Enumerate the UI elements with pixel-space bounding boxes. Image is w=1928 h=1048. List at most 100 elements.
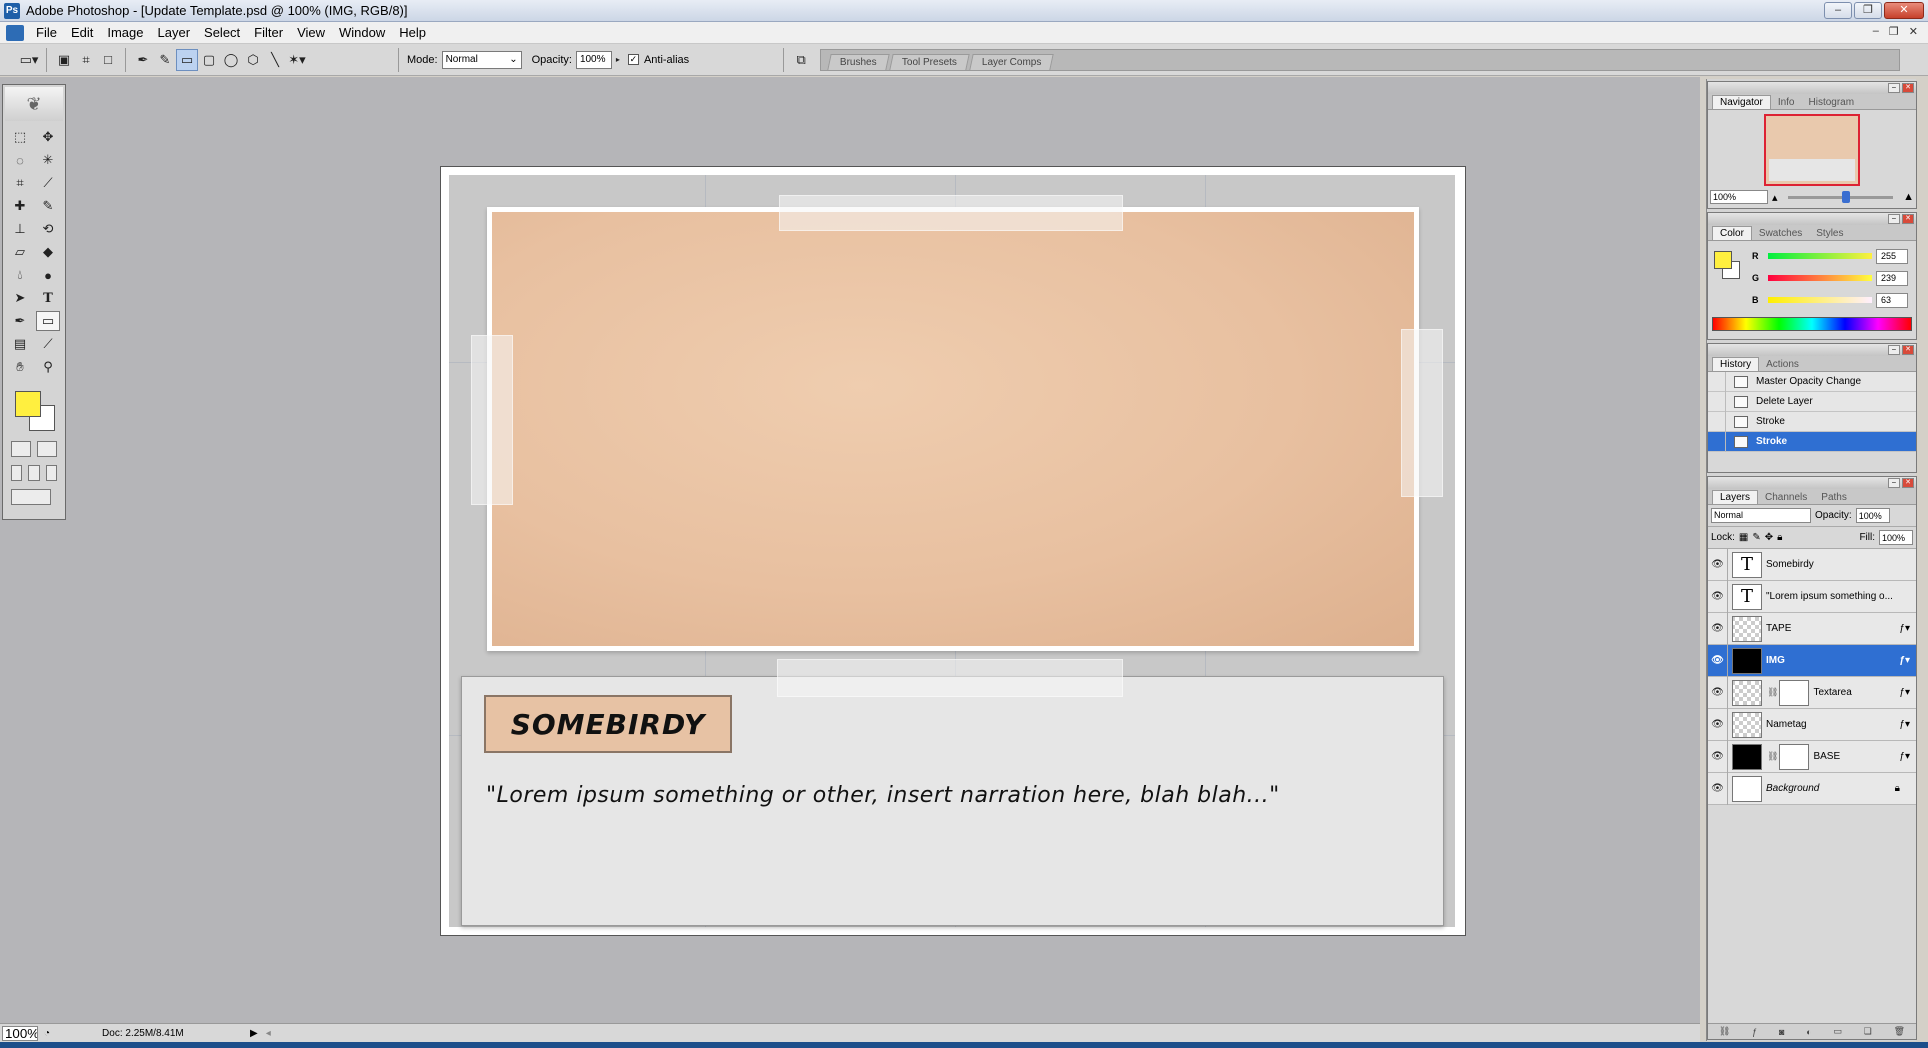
minimize-palette-button[interactable]: – [1888,345,1900,355]
layer-fill-input[interactable] [1879,530,1913,545]
magic-wand-tool-icon[interactable]: ✳ [36,150,60,170]
layer-row-somebirdy[interactable]: 👁︎ T Somebirdy [1708,548,1916,581]
menu-image[interactable]: Image [101,25,151,40]
quick-mask-mode-icon[interactable] [37,441,57,457]
tab-color[interactable]: Color [1712,226,1752,240]
eye-icon[interactable]: 👁︎ [1708,580,1728,613]
lock-transparency-icon[interactable]: ▦ [1739,532,1748,543]
minimize-palette-button[interactable]: – [1888,214,1900,224]
menu-help[interactable]: Help [393,25,434,40]
tab-paths[interactable]: Paths [1814,491,1854,504]
close-palette-button[interactable]: ✕ [1902,345,1914,355]
tool-preset-picker-icon[interactable]: ▭▾ [18,49,40,71]
lock-image-icon[interactable]: ✎ [1752,532,1760,543]
type-tool-icon[interactable]: T [36,288,60,308]
green-slider[interactable] [1768,275,1872,281]
close-palette-button[interactable]: ✕ [1902,214,1914,224]
lock-position-icon[interactable]: ✥ [1765,532,1773,543]
menu-window[interactable]: Window [333,25,393,40]
move-tool-icon[interactable]: ✥ [36,127,60,147]
tab-navigator[interactable]: Navigator [1712,95,1771,109]
layer-effects-icon[interactable]: ƒ▾ [1899,719,1910,730]
layer-row-base[interactable]: 👁︎ ⛓ BASE ƒ▾ [1708,740,1916,773]
add-layer-style-icon[interactable]: ƒ [1752,1027,1757,1037]
opacity-input[interactable] [575,50,612,69]
eye-icon[interactable]: 👁︎ [1708,612,1728,645]
opacity-arrow-icon[interactable]: ▸ [612,49,624,71]
eyedropper-tool-icon[interactable]: ⟋ [36,334,60,354]
zoom-slider[interactable] [1787,190,1894,203]
shape-layers-icon[interactable]: ▣ [53,49,75,71]
marquee-tool-icon[interactable]: ⬚ [8,127,32,147]
blue-value[interactable] [1876,292,1908,308]
add-mask-icon[interactable]: ◙ [1779,1027,1784,1037]
tab-history[interactable]: History [1712,357,1760,371]
new-layer-icon[interactable]: ❏ [1864,1026,1872,1037]
red-value[interactable] [1876,248,1908,264]
eye-icon[interactable]: 👁︎ [1708,548,1728,581]
delete-layer-icon[interactable]: 🗑︎ [1894,1026,1905,1037]
history-item-current[interactable]: Stroke [1708,431,1916,452]
tab-info[interactable]: Info [1771,96,1802,109]
lock-all-icon[interactable]: 🔒︎ [1777,532,1782,543]
menu-file[interactable]: File [30,25,65,40]
layer-effects-icon[interactable]: ƒ▾ [1899,751,1910,762]
layer-row-tape[interactable]: 👁︎ TAPE ƒ▾ [1708,612,1916,645]
link-layers-icon[interactable]: ⛓ [1719,1026,1730,1037]
crop-tool-icon[interactable]: ⌗ [8,173,32,193]
red-slider[interactable] [1768,253,1872,259]
minimize-button[interactable]: – [1824,2,1852,19]
close-palette-button[interactable]: ✕ [1902,83,1914,93]
doc-close-button[interactable]: ✕ [1909,25,1918,38]
foreground-color-box[interactable] [1714,251,1732,269]
tab-swatches[interactable]: Swatches [1752,227,1809,240]
zoom-tool-icon[interactable]: ⚲ [36,357,60,377]
color-spectrum[interactable] [1712,317,1912,331]
status-info-icon[interactable]: ◔ [44,1028,50,1039]
full-screen-menu-icon[interactable] [28,465,40,481]
standard-mode-icon[interactable] [11,441,31,457]
restore-button[interactable]: ❐ [1854,2,1882,19]
status-menu-arrow-icon[interactable]: ▶ [250,1028,258,1039]
brush-tool-icon[interactable]: ✎ [36,196,60,216]
go-to-bridge-icon[interactable]: ⧉ [790,49,812,71]
well-tab-tool-presets[interactable]: Tool Presets [889,53,970,70]
eye-icon[interactable]: 👁︎ [1708,676,1728,709]
clone-stamp-tool-icon[interactable]: ⊥ [8,219,32,239]
blur-tool-icon[interactable]: 💧︎ [8,265,32,285]
pen-icon[interactable]: ✒ [132,49,154,71]
mode-select[interactable]: Normal ⌄ [441,50,522,69]
status-zoom-input[interactable] [2,1025,38,1041]
polygon-icon[interactable]: ⬡ [242,49,264,71]
well-tab-layer-comps[interactable]: Layer Comps [969,53,1055,70]
freeform-pen-icon[interactable]: ✎ [154,49,176,71]
zoom-slider-knob[interactable] [1842,190,1851,203]
menu-filter[interactable]: Filter [248,25,291,40]
blue-slider[interactable] [1768,297,1872,303]
feather-logo-icon[interactable]: ❦ [5,87,63,121]
history-item[interactable]: Master Opacity Change [1708,371,1916,392]
tab-styles[interactable]: Styles [1809,227,1850,240]
eye-icon[interactable]: 👁︎ [1708,772,1728,805]
doc-minimize-button[interactable]: – [1873,25,1879,38]
blend-mode-select[interactable]: Normal [1711,508,1811,523]
hand-tool-icon[interactable]: ✋︎ [8,357,32,377]
tab-channels[interactable]: Channels [1758,491,1814,504]
menu-select[interactable]: Select [198,25,248,40]
healing-brush-tool-icon[interactable]: ✚ [8,196,32,216]
eye-icon[interactable]: 👁︎ [1708,644,1728,677]
jump-to-imageready-icon[interactable] [11,489,51,505]
line-icon[interactable]: ╲ [264,49,286,71]
tab-actions[interactable]: Actions [1759,358,1806,371]
antialias-checkbox[interactable]: ✓ [627,54,639,65]
standard-screen-icon[interactable] [11,465,23,481]
close-palette-button[interactable]: ✕ [1902,478,1914,488]
layer-row-lorem[interactable]: 👁︎ T "Lorem ipsum something o... [1708,580,1916,613]
layer-row-img[interactable]: 👁︎ IMG ƒ▾ [1708,644,1916,677]
pen-tool-icon[interactable]: ✒ [8,311,32,331]
dodge-tool-icon[interactable]: ● [36,265,60,285]
minimize-palette-button[interactable]: – [1888,83,1900,93]
history-brush-tool-icon[interactable]: ⟲ [36,219,60,239]
tab-histogram[interactable]: Histogram [1802,96,1862,109]
document-icon[interactable] [6,24,24,41]
